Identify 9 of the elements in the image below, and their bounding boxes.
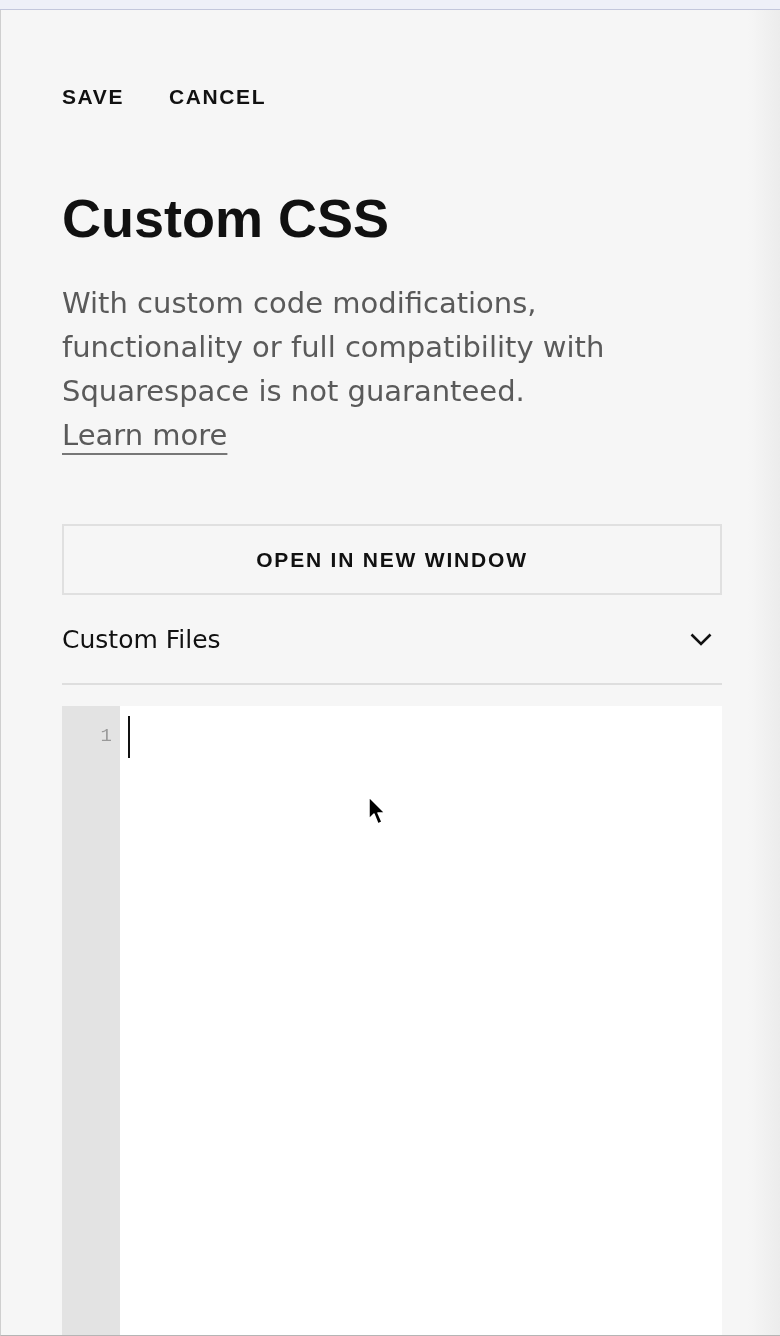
- save-button[interactable]: SAVE: [62, 82, 125, 112]
- chevron-down-icon: [690, 632, 712, 646]
- description-text: With custom code modifications, functionality or full compatibility with Squarespace is not guaranteed. Learn more: [62, 285, 606, 454]
- open-in-new-window-button[interactable]: OPEN IN NEW WINDOW: [62, 524, 722, 595]
- learn-more-link[interactable]: Learn more: [62, 418, 228, 452]
- cancel-button[interactable]: CANCEL: [169, 82, 267, 112]
- custom-files-toggle[interactable]: Custom Files: [62, 595, 722, 685]
- page-title: Custom CSS: [62, 187, 391, 250]
- line-number: 1: [100, 725, 112, 747]
